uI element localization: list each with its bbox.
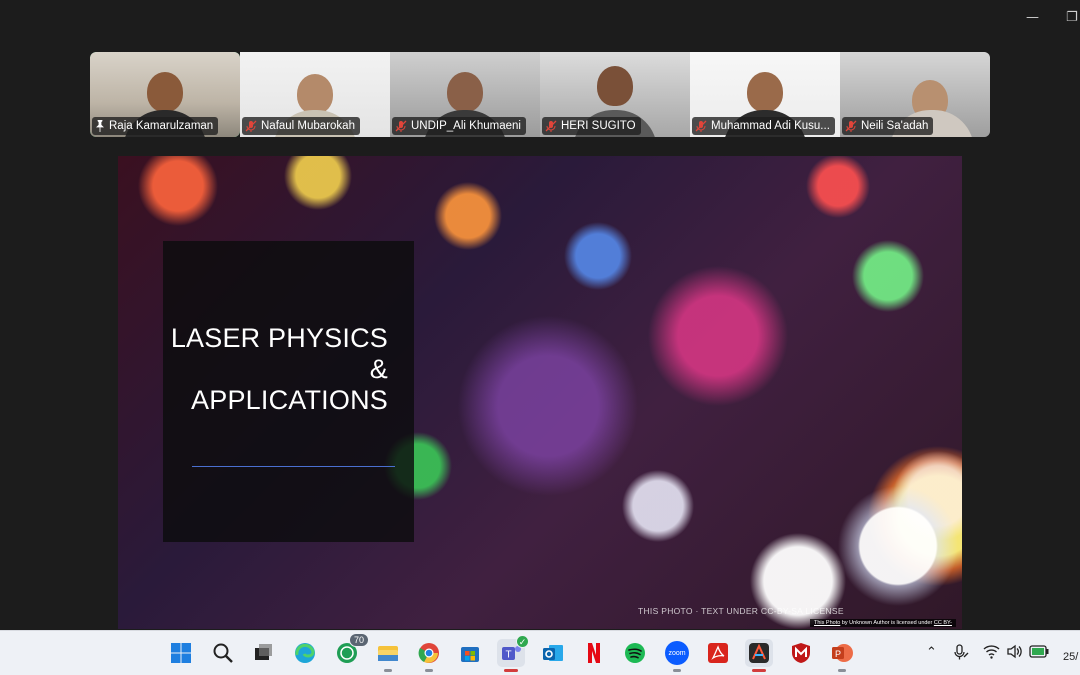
teams-icon[interactable]: T ✓ [497,635,529,672]
participant-name-tag: Muhammad Adi Kusu... [692,117,835,135]
participant-name: UNDIP_Ali Khumaeni [411,120,521,132]
windows-start-icon[interactable] [167,639,195,667]
participant-name: Neili Sa'adah [861,120,929,132]
participant-name-tag: HERI SUGITO [542,117,641,135]
participant-name-tag: Neili Sa'adah [842,117,934,135]
edge-icon[interactable] [291,639,319,667]
powerpoint-icon[interactable]: P [828,639,856,672]
maximize-button[interactable]: ❐ [1066,10,1078,25]
mic-off-icon [695,120,707,132]
spotify-icon[interactable] [621,639,649,667]
participant-name-tag: UNDIP_Ali Khumaeni [392,117,526,135]
clock-date[interactable]: 25/ [1063,651,1078,663]
participant-name: Raja Kamarulzaman [109,120,214,132]
acrobat-icon[interactable] [704,639,732,667]
microphone-icon[interactable] [952,643,970,665]
wifi-icon[interactable] [983,644,1000,663]
minimize-button[interactable]: — [1026,10,1039,25]
svg-text:P: P [835,649,841,659]
whatsapp-icon[interactable]: 70 [333,633,369,667]
mic-off-icon [545,120,557,132]
pin-icon [96,120,104,132]
participant-name: Nafaul Mubarokah [261,120,355,132]
mic-off-icon [395,120,407,132]
photo-attribution: This Photo by Unknown Author is licensed… [810,619,956,627]
zoom-meeting-window: — ❐ Raja Kamarulzaman Nafaul Mubarokah U… [0,0,1080,675]
title-panel: LASER PHYSICS & APPLICATIONS [163,241,414,542]
participant-name: Muhammad Adi Kusu... [711,120,830,132]
participant-name-tag: Nafaul Mubarokah [242,117,360,135]
volume-icon[interactable] [1006,644,1023,663]
notification-badge: 70 [348,633,369,647]
title-underline [192,466,395,467]
zoom-icon[interactable]: zoom [663,639,691,672]
svg-text:T: T [505,650,511,661]
participant-strip: Raja Kamarulzaman Nafaul Mubarokah UNDIP… [90,52,990,137]
windows-taskbar: 70 T ✓ zoom P ⌃ 25/ [0,630,1080,675]
check-badge-icon: ✓ [516,635,529,648]
microsoft-store-icon[interactable] [456,639,484,667]
file-explorer-icon[interactable] [374,639,402,672]
participant-tile[interactable]: UNDIP_Ali Khumaeni [390,52,540,137]
participant-tile[interactable]: Muhammad Adi Kusu... [690,52,840,137]
participant-tile[interactable]: Neili Sa'adah [840,52,990,137]
participant-video [147,72,183,112]
participant-tile[interactable]: Raja Kamarulzaman [90,52,240,137]
shared-screen-slide: LASER PHYSICS & APPLICATIONS THIS PHOTO … [118,156,962,629]
slide-title: LASER PHYSICS & APPLICATIONS [170,323,388,415]
task-view-icon[interactable] [249,639,277,667]
netflix-icon[interactable] [580,639,608,667]
mcafee-icon[interactable] [787,639,815,667]
app-active-icon[interactable] [745,639,773,672]
search-icon[interactable] [209,639,237,667]
participant-name: HERI SUGITO [561,120,636,132]
participant-name-tag: Raja Kamarulzaman [92,117,219,135]
participant-tile[interactable]: Nafaul Mubarokah [240,52,390,137]
attribution-link[interactable]: This Photo [814,620,840,626]
chrome-icon[interactable] [415,639,443,672]
outlook-icon[interactable] [539,639,567,667]
mic-off-icon [245,120,257,132]
chevron-up-icon[interactable]: ⌃ [926,645,937,660]
participant-tile[interactable]: HERI SUGITO [540,52,690,137]
license-link[interactable]: CC BY- [934,620,952,626]
photo-caption: THIS PHOTO · TEXT UNDER CC-BY-SA LICENSE [638,606,844,616]
mic-off-icon [845,120,857,132]
battery-icon[interactable] [1029,645,1049,662]
